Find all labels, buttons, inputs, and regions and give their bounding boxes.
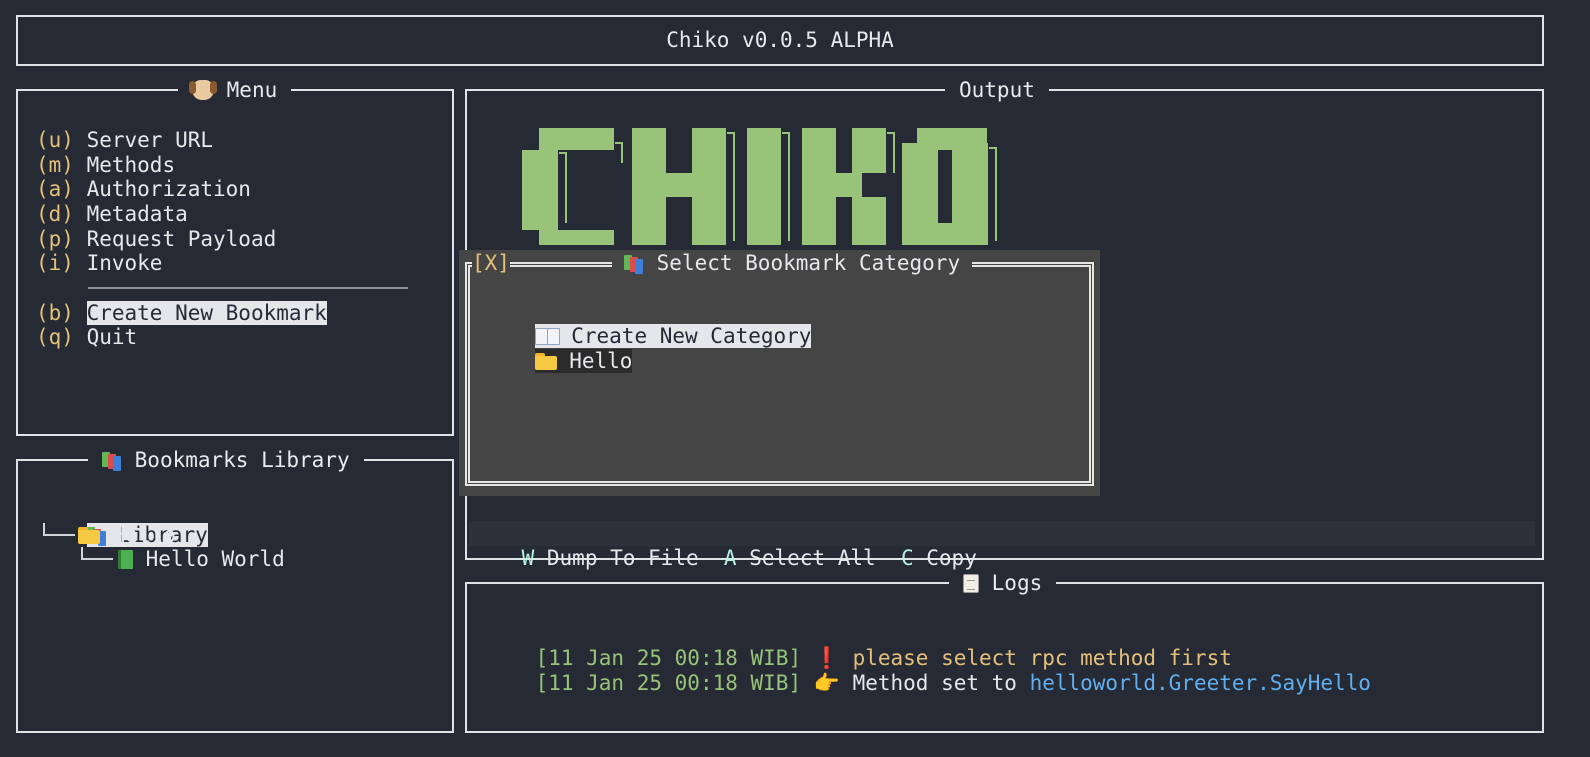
menu-item-methods[interactable]: (m) Methods [36,153,175,178]
menu-item-metadata[interactable]: (d) Metadata [36,202,188,227]
menu-item-quit[interactable]: (q) Quit [36,325,137,350]
app-title: Chiko v0.0.5 ALPHA [666,28,894,52]
modal-title: Select Bookmark Category [612,250,973,276]
shortcut-key: A [723,546,737,570]
modal-close-button[interactable]: [X] [472,250,510,276]
menu-key: (i) [36,251,74,275]
bookmarks-panel: Bookmarks Library Library Hello Hello Wo… [16,447,454,733]
option-label: Hello [569,349,633,373]
folder-icon [534,353,557,370]
title-bar: Chiko v0.0.5 ALPHA [16,15,1544,66]
books-icon [624,253,644,274]
log-entry: [11 Jan 25 00:18 WIB] 👉 Method set to he… [485,646,1371,721]
menu-item-request-payload[interactable]: (p) Request Payload [36,227,276,252]
tree-node-hello-world[interactable]: Hello World [118,547,285,572]
menu-key: (a) [36,177,74,201]
shortcut-copy[interactable]: C Copy [901,546,977,570]
shortcut-select-all[interactable]: A Select All [724,546,876,570]
books-icon [102,450,122,471]
menu-item-create-bookmark[interactable]: (b) Create New Bookmark [36,301,327,326]
menu-label: Create New Bookmark [86,301,327,325]
output-title: Output [945,77,1049,103]
shortcut-key: W [521,546,535,570]
chiko-banner [522,128,997,245]
shortcut-label: Select All [749,546,876,570]
shortcut-label: Copy [926,546,977,570]
modal-title-label: Select Bookmark Category [656,251,961,275]
modal-title-bar: [X] Select Bookmark Category [469,250,1094,276]
menu-label: Server URL [86,128,214,152]
tree-connector [81,547,113,560]
shortcut-label: Dump To File [546,546,699,570]
menu-item-invoke[interactable]: (i) Invoke [36,251,162,276]
pointing-hand-icon: 👉 [813,671,840,695]
menu-label: Methods [86,153,176,177]
menu-key: (m) [36,153,74,177]
menu-divider [88,287,408,289]
tree-label: Hello [112,523,176,547]
bookmarks-title: Bookmarks Library [88,447,364,473]
menu-label: Metadata [86,202,188,226]
menu-title-label: Menu [226,78,278,102]
modal-option-hello[interactable]: Hello [484,324,633,399]
menu-item-server-url[interactable]: (u) Server URL [36,128,213,153]
log-timestamp: [11 Jan 25 00:18 WIB] [535,671,802,695]
log-value: helloworld.Greeter.SayHello [1029,671,1371,695]
shortcut-key: C [900,546,914,570]
menu-key: (d) [36,202,74,226]
log-message: Method set to [852,671,1030,695]
menu-key: (u) [36,128,74,152]
logs-title-label: Logs [991,571,1043,595]
tree-label: Hello World [145,547,285,571]
bookmarks-title-label: Bookmarks Library [134,448,350,472]
scroll-icon [963,574,979,593]
logs-title: Logs [949,570,1057,596]
menu-panel: Menu (u) Server URL (m) Methods (a) Auth… [16,77,454,436]
menu-title: Menu [178,77,292,103]
menu-label: Authorization [86,177,251,201]
menu-label: Invoke [86,251,163,275]
menu-key: (b) [36,301,74,325]
menu-item-authorization[interactable]: (a) Authorization [36,177,251,202]
modal-option-hello-bg: Hello [534,349,633,373]
logs-panel: Logs [11 Jan 25 00:18 WIB] ❗ please sele… [465,570,1544,733]
menu-key: (p) [36,227,74,251]
tree-node-hello[interactable]: Hello [78,523,176,548]
dog-face-icon [189,80,217,100]
menu-key: (q) [36,325,74,349]
select-bookmark-category-modal: [X] Select Bookmark Category Create New … [459,250,1100,496]
folder-icon [78,527,100,544]
shortcut-dump[interactable]: W Dump To File [522,546,699,570]
menu-label: Quit [86,325,138,349]
tree-connector [43,523,75,536]
green-book-icon [118,550,133,569]
menu-label: Request Payload [86,227,277,251]
